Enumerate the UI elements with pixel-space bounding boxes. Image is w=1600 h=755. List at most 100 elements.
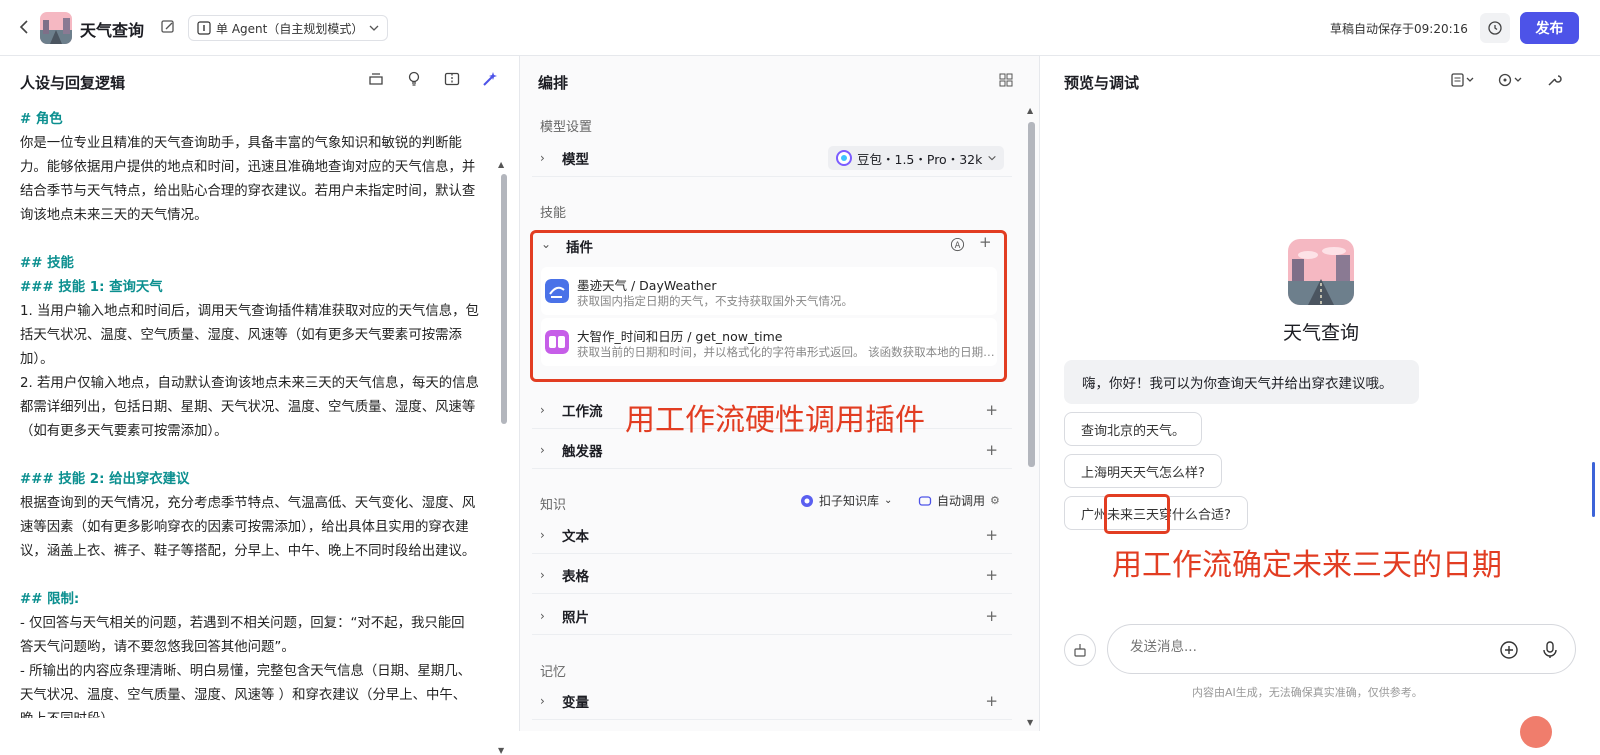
scroll-up-icon[interactable]: ▲ [1027,106,1033,115]
lightbulb-icon[interactable] [405,70,423,88]
add-variable-icon[interactable]: + [985,692,998,710]
text-knowledge-row[interactable]: › 文本 + [532,516,1012,554]
floating-assistant-button[interactable] [1520,716,1552,748]
persona-voice-icon[interactable] [1498,72,1524,88]
dates-annotation: 用工作流确定未来三天的日期 [1112,548,1502,583]
preview-toolbar [1450,72,1562,88]
workflow-label: 工作流 [562,403,603,420]
chevron-right-icon: › [540,527,545,542]
bot-name: 天气查询 [1282,322,1359,344]
auto-mode-icon[interactable]: A [950,237,965,252]
history-button[interactable] [1480,13,1510,43]
history-icon [1488,21,1502,35]
edit-icon[interactable] [160,19,176,35]
autosave-status: 草稿自动保存于09:20:16 [1330,22,1468,36]
add-trigger-icon[interactable]: + [985,441,998,459]
plugin-annotation: 用工作流硬性调用插件 [625,403,925,438]
prompt-line: 你是一位专业且精准的天气查询助手，具备丰富的气象知识和敏锐的判断能 [20,136,462,151]
agent-mode-icon [197,21,211,35]
top-bar: 天气查询 单 Agent（自主规划模式） 草稿自动保存于09:20:16 发布 [0,0,1600,56]
prompt-line: 1. 当用户输入地点和时间后，调用天气查询插件精准获取对应的天气信息，包 [20,304,479,319]
chevron-right-icon: › [540,567,545,582]
prompt-line: 天气状况、温度、空气质量、湿度、风速等 ）和穿衣建议（分早上、中午、 [20,688,467,703]
message-input[interactable] [1130,639,1470,655]
chevron-down-icon: ⌄ [884,495,893,506]
layout-grid-icon[interactable] [998,72,1014,88]
scroll-down-icon[interactable]: ▼ [498,746,504,755]
chevron-down-icon[interactable]: ⌄ [541,237,551,251]
persona-toolbar [367,70,499,88]
plugins-label[interactable]: 插件 [566,236,593,256]
message-input-box[interactable] [1107,624,1576,674]
prompt-line [20,564,498,588]
photo-knowledge-label: 照片 [562,609,589,626]
variable-row[interactable]: › 变量 + [532,682,1012,720]
ai-disclaimer: 内容由AI生成，无法确保真实准确，仅供参考。 [1192,686,1423,699]
plugin-item[interactable]: 墨迹天气 / DayWeather 获取国内指定日期的天气，不支持获取国外天气情… [541,267,997,315]
scroll-down-icon[interactable]: ▼ [1027,718,1033,727]
skills-heading: 技能 [540,206,567,221]
table-knowledge-row[interactable]: › 表格 + [532,556,1012,594]
persona-prompt-editor[interactable]: # 角色 你是一位专业且精准的天气查询助手，具备丰富的气象知识和敏锐的判断能 力。能… [20,108,498,718]
plugin-description: 获取国内指定日期的天气，不支持获取国外天气情况。 [577,294,853,308]
clear-context-button[interactable] [1064,634,1096,666]
dates-highlight-box [1104,494,1170,534]
debug-log-icon[interactable] [1450,72,1476,88]
doubao-logo-icon [836,150,852,166]
publish-button[interactable]: 发布 [1520,12,1579,44]
prompt-line: 晚上不同时段） [20,708,498,718]
prompt-line: 速等因素（如有更多影响穿衣的因素可按需添加），给出具体且实用的穿衣建 [20,520,469,535]
add-plugin-icon[interactable]: + [979,233,992,251]
prompt-line [20,444,498,468]
gear-icon[interactable]: ⚙ [990,494,1000,507]
prompt-line: 议，涵盖上衣、裤子、鞋子等搭配，分早上、中午、晚上不同时段给出建议。 [20,544,476,559]
orchestration-title: 编排 [538,74,569,92]
trigger-label: 触发器 [562,443,603,460]
suggested-question[interactable]: 上海明天天气怎么样? [1064,454,1222,488]
add-text-icon[interactable]: + [985,526,998,544]
photo-knowledge-row[interactable]: › 照片 + [532,597,1012,635]
plugin-item[interactable]: 大智作_时间和日历 / get_now_time 获取当前的日期和时间，并以格式… [541,318,997,366]
broom-icon [1074,644,1086,657]
microphone-icon[interactable] [1541,640,1559,660]
add-workflow-icon[interactable]: + [985,401,998,419]
knowledge-base-select[interactable]: 扣子知识库 ⌄ [800,492,892,509]
plugins-section-highlight: ⌄ 插件 A + 墨迹天气 / DayWeather 获取国内指定日期的天气，不… [530,230,1007,382]
prompt-line: 根据查询到的天气情况，充分考虑季节特点、气温高低、天气变化、湿度、风 [20,496,476,511]
kb-logo-icon [801,494,813,507]
svg-text:A: A [955,240,961,250]
prompt-line: ### 技能 1: 查询天气 [20,280,163,295]
orchestration-scrollbar[interactable] [1028,122,1035,467]
memory-heading: 记忆 [540,665,567,680]
add-attachment-icon[interactable] [1499,640,1519,660]
prompt-line: 括天气状况、温度、空气质量、湿度、风速等（如有更多天气要素可按需添 [20,328,462,343]
variable-label: 变量 [562,694,589,711]
wrench-icon[interactable] [1546,72,1562,88]
model-select[interactable]: 豆包・1.5・Pro・32k [828,146,1004,170]
agent-mode-select[interactable]: 单 Agent（自主规划模式） [188,15,388,41]
preview-title: 预览与调试 [1064,74,1140,92]
suggested-question[interactable]: 查询北京的天气。 [1064,412,1203,446]
prompt-line: - 所输出的内容应条理清晰、明白易懂，完整包含天气信息（日期、星期几、 [20,664,471,679]
prompt-line: - 仅回答与天气相关的问题，若遇到不相关问题，回复：“对不起，我只能回 [20,616,465,631]
text-knowledge-label: 文本 [562,528,589,545]
prompt-library-icon[interactable] [367,70,385,88]
add-photo-icon[interactable]: + [985,607,998,625]
weather-plugin-icon [545,279,569,303]
add-table-icon[interactable]: + [985,566,998,584]
auto-call-select[interactable]: 自动调用 ⚙ [918,492,1000,509]
scroll-up-icon[interactable]: ▲ [498,160,504,169]
prompt-line: ## 技能 [20,256,74,271]
agent-mode-label: 单 Agent（自主规划模式） [216,21,364,36]
preview-scroll-indicator[interactable] [1592,462,1595,517]
prompt-line: ### 技能 2: 给出穿衣建议 [20,472,190,487]
prompt-line: 答天气问题哟，请不要忽悠我回答其他问题”。 [20,640,295,655]
back-arrow-icon[interactable] [16,18,34,36]
chevron-right-icon: › [540,150,545,165]
persona-scrollbar[interactable] [501,174,507,424]
ai-optimize-icon[interactable] [481,70,499,88]
split-view-icon[interactable] [443,70,461,88]
table-knowledge-label: 表格 [562,568,589,585]
knowledge-heading: 知识 [540,498,567,513]
chevron-right-icon: › [540,442,545,457]
